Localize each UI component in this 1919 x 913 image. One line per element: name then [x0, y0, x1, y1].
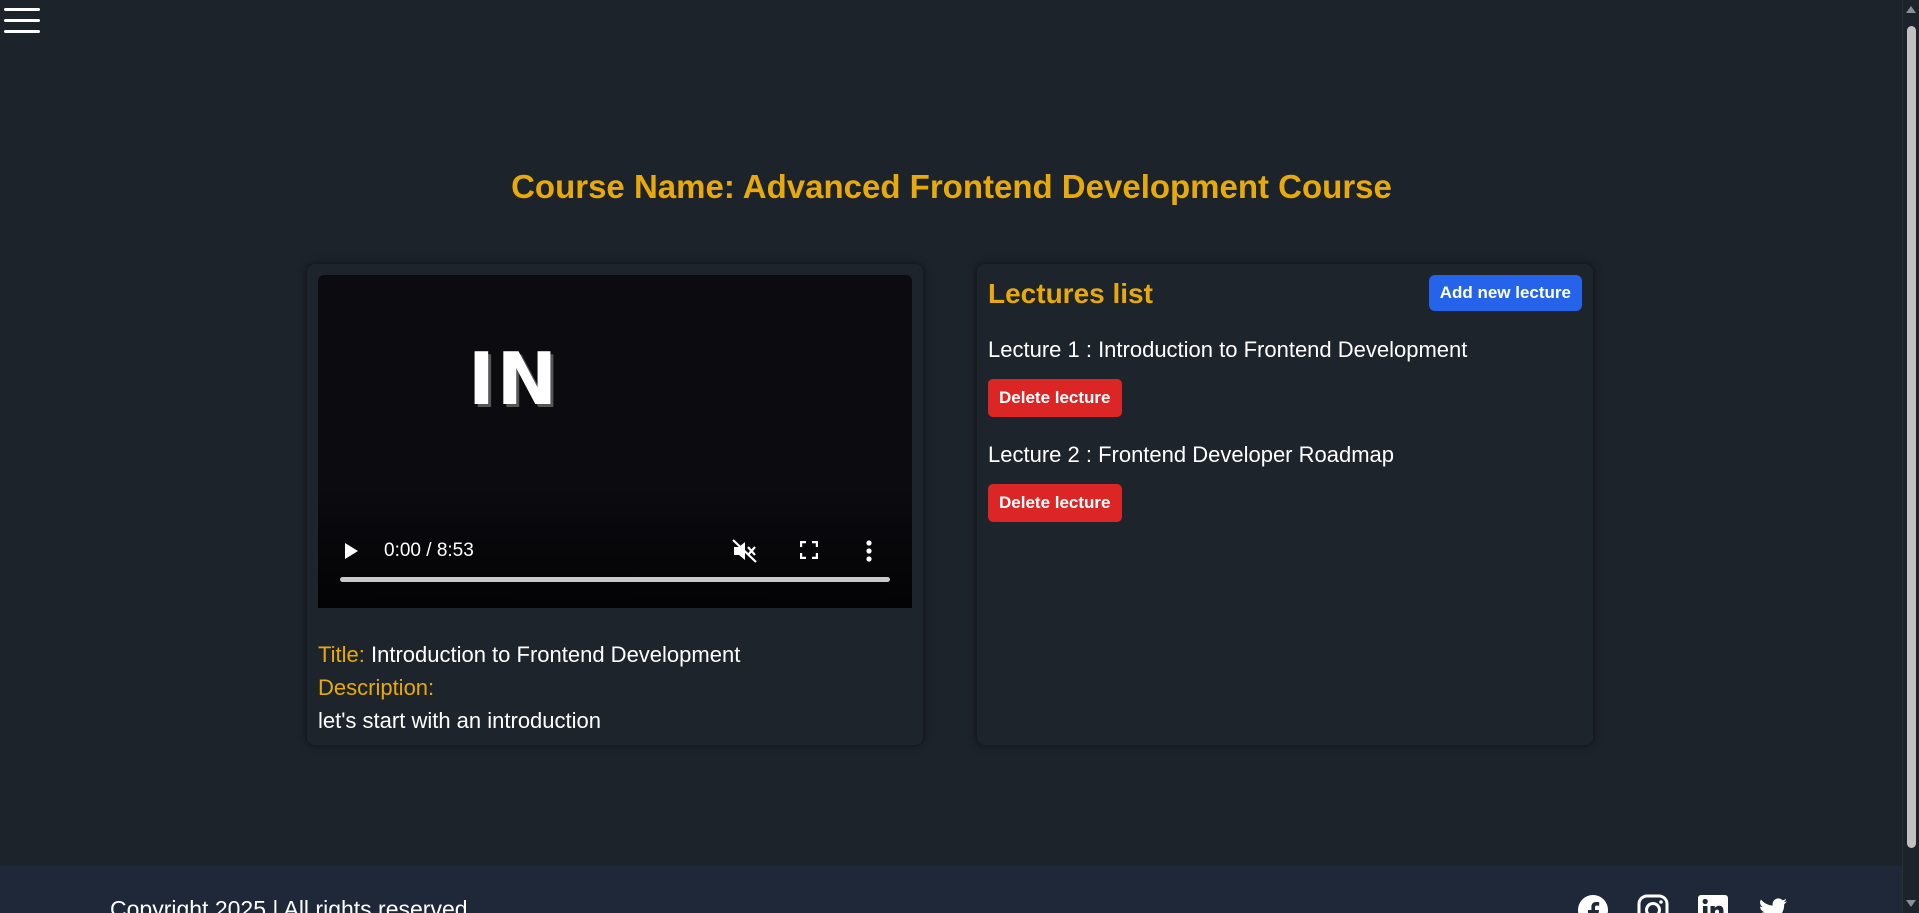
delete-lecture-button[interactable]: Delete lecture — [988, 379, 1122, 417]
video-title-value: Introduction to Frontend Development — [370, 642, 741, 667]
video-description-label: Description: — [318, 675, 435, 700]
twitter-icon[interactable] — [1757, 894, 1789, 913]
add-new-lecture-button[interactable]: Add new lecture — [1428, 275, 1582, 311]
lecture-title[interactable]: Lecture 1 : Introduction to Frontend Dev… — [988, 337, 1467, 363]
lecture-title[interactable]: Lecture 2 : Frontend Developer Roadmap — [988, 442, 1394, 468]
video-time-display: 0:00 / 8:53 — [384, 540, 474, 561]
video-card: IN 0:00 / 8:53 Title: Introduction to Fr… — [307, 264, 923, 745]
lecture-item: Lecture 2 : Frontend Developer Roadmap D… — [988, 442, 1394, 522]
video-frame-text: IN — [468, 337, 560, 421]
video-info: Title: Introduction to Frontend Developm… — [318, 638, 740, 737]
copyright-text: Copyright 2025 | All rights reserved — [110, 896, 468, 913]
video-controls: 0:00 / 8:53 — [318, 536, 912, 564]
scroll-down-arrow-icon[interactable] — [1906, 900, 1916, 907]
video-title-label: Title: — [318, 642, 365, 667]
video-progress-bar[interactable] — [340, 577, 890, 582]
video-player[interactable]: IN 0:00 / 8:53 — [318, 275, 912, 608]
play-icon[interactable] — [345, 543, 358, 559]
linkedin-icon[interactable] — [1697, 894, 1729, 913]
scroll-up-arrow-icon[interactable] — [1906, 6, 1916, 13]
more-options-icon[interactable] — [865, 539, 873, 563]
hamburger-menu-icon[interactable] — [4, 8, 40, 38]
scrollbar-thumb[interactable] — [1907, 26, 1916, 848]
facebook-icon[interactable] — [1577, 894, 1609, 913]
delete-lecture-button[interactable]: Delete lecture — [988, 484, 1122, 522]
lectures-card: Lectures list Add new lecture Lecture 1 … — [977, 264, 1593, 745]
footer: Copyright 2025 | All rights reserved — [0, 866, 1903, 913]
fullscreen-icon[interactable] — [800, 541, 818, 559]
page-title: Course Name: Advanced Frontend Developme… — [511, 168, 1392, 205]
video-description-value: let's start with an introduction — [318, 708, 602, 733]
video-title-row: Title: Introduction to Frontend Developm… — [318, 638, 740, 671]
lectures-list-heading: Lectures list — [988, 278, 1153, 309]
lecture-item: Lecture 1 : Introduction to Frontend Dev… — [988, 337, 1467, 417]
instagram-icon[interactable] — [1637, 894, 1669, 913]
vertical-scrollbar[interactable] — [1902, 0, 1919, 913]
muted-volume-icon[interactable] — [732, 539, 758, 563]
